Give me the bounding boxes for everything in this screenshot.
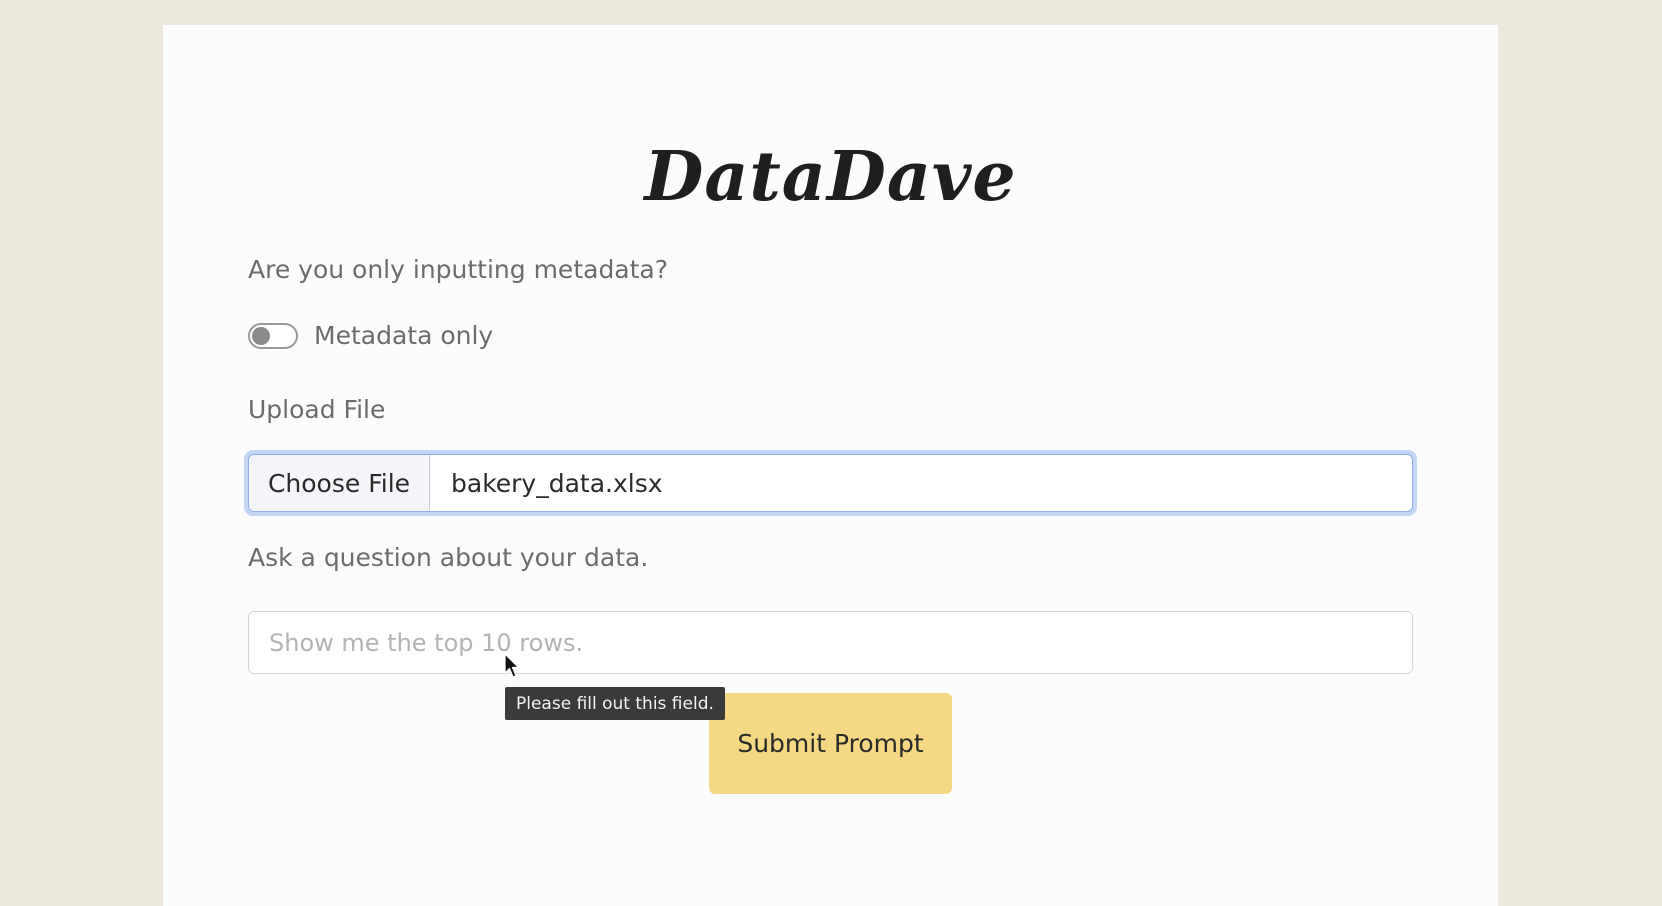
mouse-pointer-icon (504, 653, 520, 678)
question-input[interactable] (248, 611, 1413, 674)
toggle-knob (252, 327, 270, 345)
validation-tooltip: Please fill out this field. (505, 687, 725, 720)
choose-file-button[interactable]: Choose File (249, 455, 430, 511)
metadata-question-label: Are you only inputting metadata? (248, 255, 669, 284)
chosen-file-name: bakery_data.xlsx (451, 468, 663, 498)
file-input-focus-ring: Choose File bakery_data.xlsx (244, 450, 1417, 516)
submit-prompt-button[interactable]: Submit Prompt (709, 693, 952, 794)
file-upload-input[interactable]: Choose File bakery_data.xlsx (248, 454, 1413, 512)
question-label: Ask a question about your data. (248, 543, 649, 572)
upload-file-label: Upload File (248, 395, 386, 424)
app-logo: DataDave (644, 137, 1017, 217)
main-card: DataDave Are you only inputting metadata… (163, 25, 1498, 906)
metadata-only-toggle[interactable] (248, 323, 298, 349)
metadata-only-label[interactable]: Metadata only (314, 321, 493, 350)
